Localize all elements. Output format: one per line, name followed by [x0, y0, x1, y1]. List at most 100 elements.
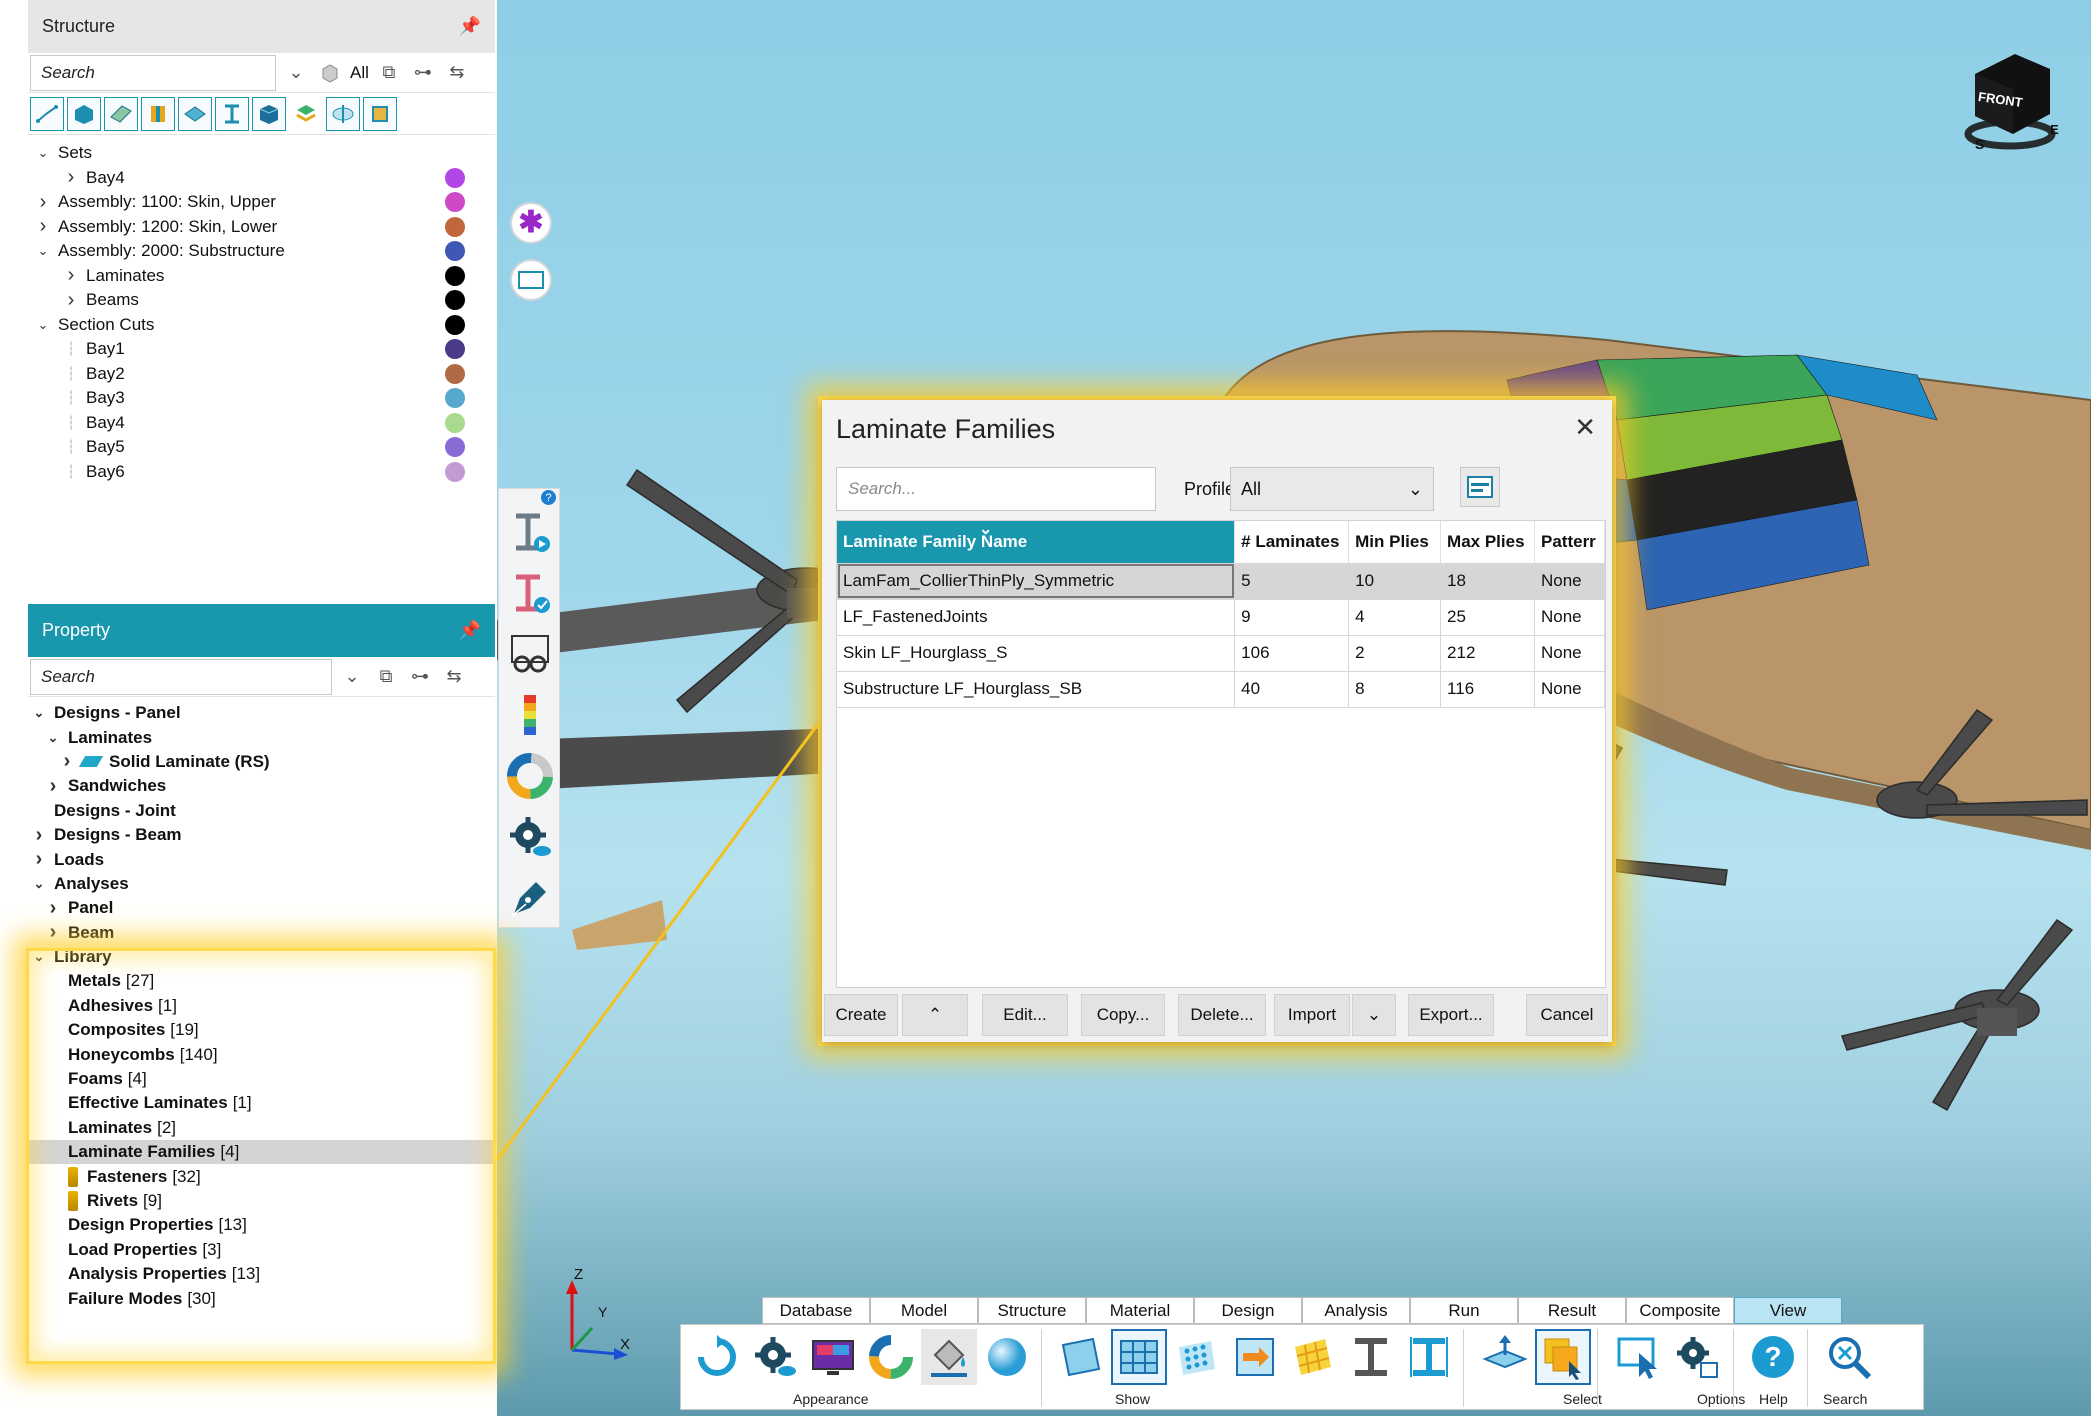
structure-tree-item[interactable]: ⌄ Section Cuts — [28, 313, 495, 338]
structure-tree-item[interactable]: ⌄ Assembly: 2000: Substructure — [28, 239, 495, 264]
color-swatch[interactable] — [445, 265, 465, 286]
pin-icon[interactable]: 📌 — [459, 620, 481, 641]
chevron-right-icon[interactable]: › — [46, 921, 60, 943]
table-row[interactable]: LamFam_CollierThinPly_Symmetric 5 10 18 None — [837, 563, 1605, 600]
chevron-right-icon[interactable]: › — [36, 215, 50, 237]
chevron-right-icon[interactable]: › — [46, 775, 60, 797]
structure-tree-item[interactable]: ⌄ Sets — [28, 141, 495, 166]
beam-filter-icon[interactable] — [215, 97, 249, 131]
column-header[interactable]: Max Plies — [1440, 521, 1535, 563]
tab-design[interactable]: Design — [1194, 1297, 1302, 1324]
select-pick-button[interactable] — [1535, 1329, 1591, 1385]
chevron-right-icon[interactable]: › — [60, 750, 74, 772]
color-swatch[interactable] — [445, 241, 465, 262]
chevron-down-icon[interactable]: ⌄ — [282, 59, 310, 87]
color-swatch[interactable] — [445, 216, 465, 237]
navigation-cube[interactable]: FRONT S E — [1955, 44, 2065, 154]
show-beam-button[interactable] — [1343, 1329, 1399, 1385]
paint-bucket-button[interactable] — [921, 1329, 977, 1385]
tab-model[interactable]: Model — [870, 1297, 978, 1324]
refresh-button[interactable] — [689, 1329, 745, 1385]
color-wheel-button[interactable] — [863, 1329, 919, 1385]
property-tree-item[interactable]: ⌄ Designs - Panel — [28, 701, 495, 725]
structure-tree-item[interactable]: › Bay4 — [28, 166, 495, 191]
color-swatch[interactable] — [445, 412, 465, 433]
color-swatch[interactable] — [445, 290, 465, 311]
tab-view[interactable]: View — [1734, 1297, 1842, 1324]
swap-icon[interactable]: ⇆ — [440, 663, 468, 691]
chevron-down-icon[interactable]: ⌄ — [36, 317, 50, 332]
property-tree-item[interactable]: › Loads — [28, 847, 495, 871]
tab-run[interactable]: Run — [1410, 1297, 1518, 1324]
section-filter-icon[interactable] — [326, 97, 360, 131]
show-arrow-button[interactable] — [1227, 1329, 1283, 1385]
export-button[interactable]: Export... — [1408, 994, 1494, 1036]
chevron-down-icon[interactable]: ⌄ — [36, 145, 50, 160]
show-plate-button[interactable] — [1053, 1329, 1109, 1385]
show-checker-button[interactable] — [1285, 1329, 1341, 1385]
structure-tree-item[interactable]: ┆ Bay5 — [28, 435, 495, 460]
select-surface-button[interactable] — [1477, 1329, 1533, 1385]
property-tree-item[interactable]: Designs - Joint — [28, 799, 495, 823]
import-menu-button[interactable]: ⌄ — [1352, 994, 1396, 1036]
property-tree-item[interactable]: ⌄ Analyses — [28, 872, 495, 896]
color-swatch[interactable] — [445, 339, 465, 360]
options-pointer-button[interactable] — [1611, 1329, 1667, 1385]
fastener-filter-icon[interactable] — [141, 97, 175, 131]
create-menu-button[interactable]: ⌃ — [902, 994, 968, 1036]
search-button[interactable] — [1821, 1329, 1877, 1385]
structure-tree-item[interactable]: › Assembly: 1200: Skin, Lower — [28, 215, 495, 240]
plate-filter-icon[interactable] — [178, 97, 212, 131]
property-search-input[interactable]: Search — [30, 658, 332, 695]
chip-filter-icon[interactable] — [363, 97, 397, 131]
structure-tree-item[interactable]: ┆ Bay3 — [28, 386, 495, 411]
chevron-right-icon[interactable]: › — [64, 289, 78, 311]
column-header[interactable]: Min Plies — [1348, 521, 1442, 563]
pen-tool[interactable] — [499, 867, 561, 928]
chevron-down-icon[interactable]: ⌄ — [46, 730, 60, 745]
glasses-tool[interactable] — [499, 623, 561, 684]
chevron-down-icon[interactable]: ⌄ — [36, 243, 50, 258]
tab-database[interactable]: Database — [762, 1297, 870, 1324]
node-filter-icon[interactable] — [30, 97, 64, 131]
structure-tree-item[interactable]: › Assembly: 1100: Skin, Upper — [28, 190, 495, 215]
property-tree-item[interactable]: › Solid Laminate (RS) — [28, 750, 495, 774]
swap-icon[interactable]: ⇆ — [443, 59, 471, 87]
solid-filter-icon[interactable] — [67, 97, 101, 131]
show-beam-section-button[interactable] — [1401, 1329, 1457, 1385]
column-header[interactable]: Patterr — [1534, 521, 1605, 563]
all-filter-label[interactable]: All — [350, 63, 369, 83]
structure-search-input[interactable]: Search — [30, 54, 276, 91]
table-row[interactable]: Skin LF_Hourglass_S 106 2 212 None — [837, 635, 1605, 672]
cancel-button[interactable]: Cancel — [1526, 994, 1608, 1036]
dialog-search-input[interactable]: Search... — [836, 467, 1156, 511]
beam-play-tool[interactable] — [499, 501, 561, 562]
copy-button[interactable]: Copy... — [1081, 994, 1165, 1036]
chevron-right-icon[interactable]: › — [32, 848, 46, 870]
chevron-right-icon[interactable]: › — [46, 897, 60, 919]
chevron-down-icon[interactable]: ⌄ — [32, 876, 46, 891]
create-button[interactable]: Create — [824, 994, 898, 1036]
show-dots-button[interactable] — [1169, 1329, 1225, 1385]
tab-analysis[interactable]: Analysis — [1302, 1297, 1410, 1324]
chevron-right-icon[interactable]: › — [32, 824, 46, 846]
copy-icon[interactable]: ⧉ — [375, 59, 403, 87]
chevron-down-icon[interactable]: ⌄ — [32, 705, 46, 720]
tab-composite[interactable]: Composite — [1626, 1297, 1734, 1324]
monitor-button[interactable] — [805, 1329, 861, 1385]
hierarchy-icon[interactable]: ⊶ — [409, 59, 437, 87]
display-settings-button[interactable] — [747, 1329, 803, 1385]
color-swatch[interactable] — [445, 363, 465, 384]
cube-filter-icon[interactable] — [316, 59, 344, 87]
chevron-down-icon[interactable]: ⌄ — [338, 663, 366, 691]
chevron-right-icon[interactable]: › — [64, 264, 78, 286]
asterisk-tool-button[interactable]: ✱ — [510, 202, 552, 244]
import-button[interactable]: Import — [1274, 994, 1350, 1036]
property-tree-item[interactable]: › Designs - Beam — [28, 823, 495, 847]
shell-filter-icon[interactable] — [104, 97, 138, 131]
layers-filter-icon[interactable] — [289, 97, 323, 131]
color-swatch[interactable] — [445, 167, 465, 188]
color-wheel-tool[interactable] — [499, 745, 561, 806]
tab-structure[interactable]: Structure — [978, 1297, 1086, 1324]
copy-icon[interactable]: ⧉ — [372, 663, 400, 691]
